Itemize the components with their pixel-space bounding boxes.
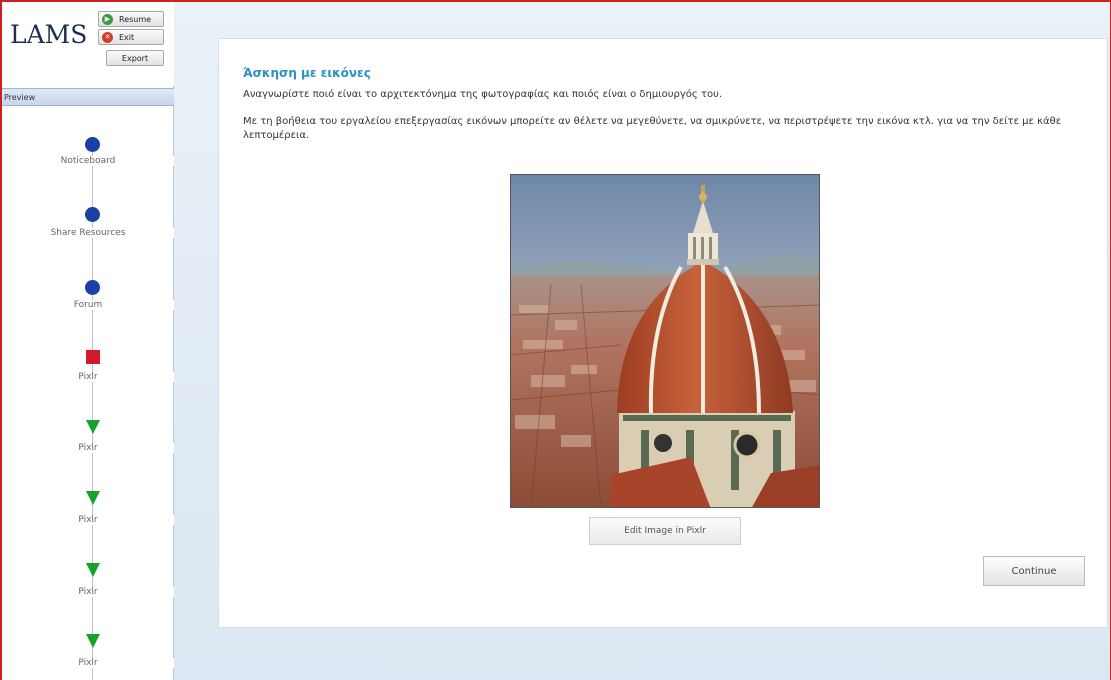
green-triangle-icon [86,634,100,648]
green-triangle-icon [86,491,100,505]
lams-logo: LAMS [10,20,88,49]
export-button[interactable]: Export [106,50,164,66]
sidebar-header: LAMS ▶ Resume ✕ Exit Export [2,2,174,86]
activity-label: Pixlr [2,515,174,525]
blue-circle-icon [85,207,100,222]
resume-label: Resume [119,14,152,24]
preview-bar: Preview [2,88,174,106]
activity-label: Noticeboard [2,156,174,166]
activity-label: Pixlr [2,443,174,453]
main-area: Άσκηση με εικόνες Αναγνωρίστε ποιό είναι… [174,2,1110,680]
sidebar: LAMS ▶ Resume ✕ Exit Export Preview Noti… [2,2,174,680]
content-panel: Άσκηση με εικόνες Αναγνωρίστε ποιό είναι… [218,38,1108,628]
green-triangle-icon [86,420,100,434]
edit-image-button[interactable]: Edit Image in Pixlr [589,517,741,545]
resume-icon: ▶ [102,14,113,25]
page-title: Άσκηση με εικόνες [243,66,371,80]
instructions-text-2: Με τη βοήθεια του εργαλείου επεξεργασίας… [243,116,1062,141]
exit-label: Exit [119,32,135,42]
instructions-text: Αναγνωρίστε ποιό είναι το αρχιτεκτόνημα … [243,89,723,100]
app-frame: LAMS ▶ Resume ✕ Exit Export Preview Noti… [0,0,1111,680]
activity-label: Pixlr [2,658,174,668]
activity-label: Forum [2,300,174,310]
red-square-icon [86,350,100,364]
activity-sequence: Noticeboard Share Resources Forum Pixlr … [2,108,174,680]
activity-label: Share Resources [2,228,174,238]
activity-label: Pixlr [2,372,174,382]
activity-label: Pixlr [2,587,174,597]
exit-icon: ✕ [102,32,113,43]
exit-button[interactable]: ✕ Exit [98,29,164,45]
blue-circle-icon [85,280,100,295]
dome-photo [510,174,820,508]
blue-circle-icon [85,137,100,152]
green-triangle-icon [86,563,100,577]
resume-button[interactable]: ▶ Resume [98,11,164,27]
continue-button[interactable]: Continue [983,556,1085,586]
